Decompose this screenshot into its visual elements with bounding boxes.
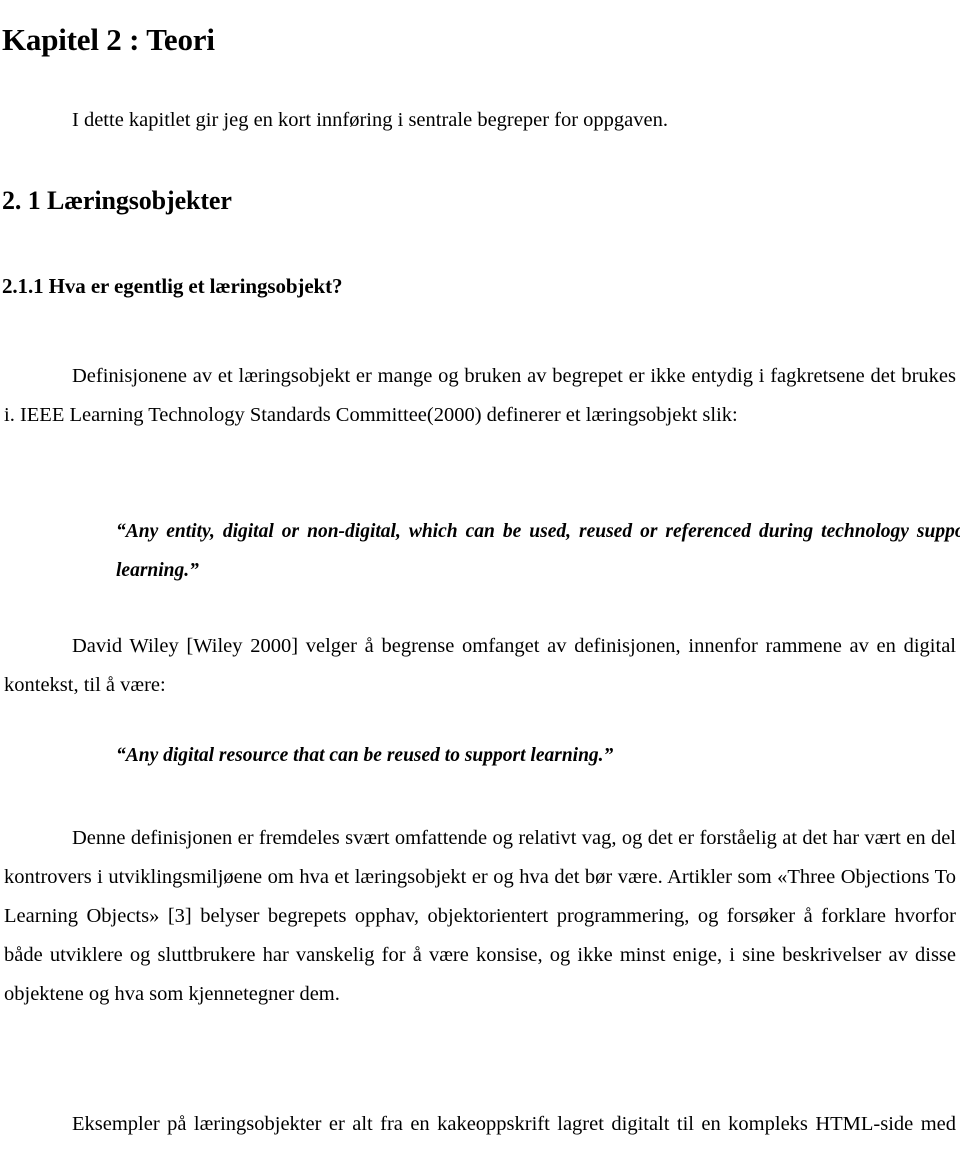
blockquote-ieee-definition: “Any entity, digital or non-digital, whi… [116,520,960,581]
section-heading-laeringsobjekter: 2. 1 Læringsobjekter [2,185,232,215]
chapter-title: Kapitel 2 : Teori [2,21,215,57]
paragraph-david-wiley: David Wiley [Wiley 2000] velger å begren… [4,634,956,696]
blockquote-wiley-definition: “Any digital resource that can be reused… [116,744,614,766]
paragraph-definisjoner: Definisjonene av et læringsobjekt er man… [4,364,956,426]
paragraph-eksempler: Eksempler på læringsobjekter er alt fra … [4,1112,956,1154]
paragraph-denne-definisjonen: Denne definisjonen er fremdeles svært om… [4,826,956,1005]
document-page: Kapitel 2 : Teori I dette kapitlet gir j… [0,0,960,1154]
intro-paragraph: I dette kapitlet gir jeg en kort innføri… [72,108,668,131]
subsection-heading-hva-er-laeringsobjekt: 2.1.1 Hva er egentlig et læringsobjekt? [2,274,343,298]
